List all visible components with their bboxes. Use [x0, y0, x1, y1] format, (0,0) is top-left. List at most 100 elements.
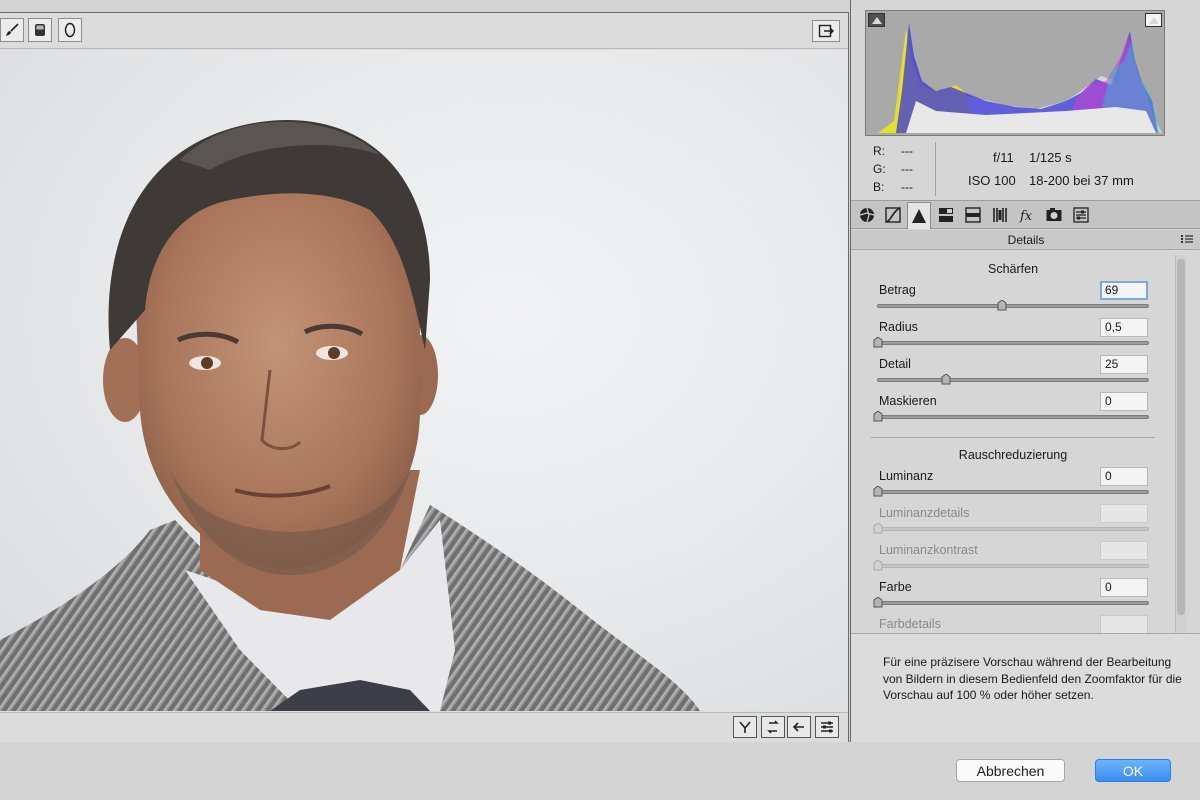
brush-icon [6, 23, 19, 36]
luminanzdetails-slider-thumb [873, 523, 883, 534]
shutter-value: 1/125 s [1029, 150, 1072, 165]
radius-slider-thumb[interactable] [873, 337, 883, 348]
luminanzkontrast-value-field [1100, 541, 1148, 560]
histogram-plot [878, 23, 1162, 133]
farbe-slider-track[interactable] [873, 597, 1149, 608]
slider-label: Luminanzkontrast [879, 543, 978, 557]
basic-aperture-icon [859, 207, 875, 223]
tab-effects[interactable]: fx [1015, 203, 1039, 227]
maskieren-slider-track[interactable] [873, 411, 1149, 422]
presets-icon [1073, 207, 1089, 223]
cancel-button[interactable]: Abbrechen [956, 759, 1065, 782]
radial-filter-button[interactable] [58, 18, 82, 42]
luminanzkontrast-slider-thumb [873, 560, 883, 571]
photo-preview[interactable] [0, 50, 848, 711]
fullscreen-toggle-button[interactable] [812, 20, 840, 42]
camera-calibration-icon [1046, 208, 1062, 221]
aperture-value: f/11 [993, 150, 1014, 165]
g-value: --- [901, 162, 913, 176]
panel-title: Details [1007, 233, 1045, 247]
compare-view-button[interactable] [733, 716, 757, 738]
maskieren-slider-thumb[interactable] [873, 411, 883, 422]
luminanzkontrast-slider-track [873, 560, 1149, 571]
r-value: --- [901, 144, 913, 158]
tab-details[interactable] [907, 202, 931, 229]
radius-slider-track[interactable] [873, 337, 1149, 348]
panel-header: Details [851, 230, 1200, 250]
preview-frame [0, 12, 849, 742]
preview-preferences-button[interactable] [815, 716, 839, 738]
top-margin [0, 0, 848, 12]
betrag-value-field[interactable]: 69 [1100, 281, 1148, 300]
farbe-value-field[interactable]: 0 [1100, 578, 1148, 597]
copy-settings-icon [792, 722, 804, 732]
slider-label: Farbe [879, 580, 912, 594]
info-divider [935, 142, 936, 196]
panel-menu-icon[interactable] [1181, 234, 1193, 244]
panel-scrollbar-thumb[interactable] [1177, 259, 1185, 615]
fullscreen-toggle-icon [818, 24, 834, 38]
tab-split-toning[interactable] [961, 203, 985, 227]
lens-value: 18-200 bei 37 mm [1029, 173, 1134, 188]
y-compare-icon [739, 721, 751, 733]
luminanz-slider-track[interactable] [873, 486, 1149, 497]
luminanz-value-field[interactable]: 0 [1100, 467, 1148, 486]
b-label: B: [873, 180, 885, 194]
radial-filter-icon [64, 22, 76, 38]
maskieren-value-field[interactable]: 0 [1100, 392, 1148, 411]
tab-camera-calibration[interactable] [1042, 203, 1066, 227]
graduated-filter-button[interactable] [28, 18, 52, 42]
g-label: G: [873, 162, 886, 176]
brush-tool-button[interactable] [0, 18, 24, 42]
farbe-slider-thumb[interactable] [873, 597, 883, 608]
preview-preferences-icon [821, 721, 833, 733]
panel-tab-bar: fx [851, 200, 1200, 229]
split-toning-icon [965, 207, 981, 223]
hsl-icon [939, 208, 953, 222]
tab-presets[interactable] [1069, 203, 1093, 227]
lens-corrections-icon [993, 208, 1007, 222]
zoom-hint-text: Für eine präzisere Vorschau während der … [883, 655, 1182, 702]
noise-section-title: Rauschreduzierung [958, 448, 1068, 462]
r-label: R: [873, 144, 885, 158]
portrait-image [0, 120, 700, 711]
tone-curve-icon [885, 207, 901, 223]
right-panel: R: --- G: --- B: --- f/11 1/125 s ISO 10… [850, 0, 1200, 742]
section-divider [871, 437, 1155, 438]
info-readout: R: --- G: --- B: --- f/11 1/125 s ISO 10… [851, 138, 1200, 200]
zoom-hint-box: Für eine präzisere Vorschau während der … [851, 633, 1200, 742]
effects-fx-icon: fx [1019, 209, 1033, 224]
panel-scrollbar[interactable] [1175, 255, 1186, 633]
radius-value-field[interactable]: 0,5 [1100, 318, 1148, 337]
detail-slider-track[interactable] [877, 374, 1149, 385]
slider-label: Detail [879, 357, 911, 371]
slider-label: Betrag [879, 283, 916, 297]
b-value: --- [901, 180, 913, 194]
detail-slider-thumb[interactable] [941, 374, 951, 385]
slider-label: Farbdetails [879, 617, 941, 631]
sharpen-section-title: Schärfen [987, 262, 1039, 276]
detail-triangle-icon [912, 209, 926, 223]
luminanz-slider-thumb[interactable] [873, 486, 883, 497]
ok-button[interactable]: OK [1095, 759, 1171, 782]
tab-hsl[interactable] [934, 203, 958, 227]
luminanzdetails-value-field [1100, 504, 1148, 523]
detail-value-field[interactable]: 25 [1100, 355, 1148, 374]
svg-text:fx: fx [1019, 209, 1033, 224]
luminanzdetails-slider-track [873, 523, 1149, 534]
slider-label: Radius [879, 320, 918, 334]
details-panel-content: Schärfen Betrag 69 Radius 0,5 Detail 25 … [851, 251, 1185, 633]
tool-strip [0, 13, 848, 49]
farbdetails-value-field [1100, 615, 1148, 633]
tab-tone-curve[interactable] [881, 203, 905, 227]
swap-settings-button[interactable] [761, 716, 785, 738]
slider-label: Maskieren [879, 394, 937, 408]
tab-lens-corrections[interactable] [988, 203, 1012, 227]
swap-settings-icon [767, 720, 779, 734]
betrag-slider-thumb[interactable] [997, 300, 1007, 311]
iso-value: ISO 100 [968, 173, 1016, 188]
slider-label: Luminanzdetails [879, 506, 970, 520]
copy-settings-button[interactable] [787, 716, 811, 738]
tab-basic[interactable] [855, 203, 879, 227]
betrag-slider-track[interactable] [877, 300, 1149, 311]
